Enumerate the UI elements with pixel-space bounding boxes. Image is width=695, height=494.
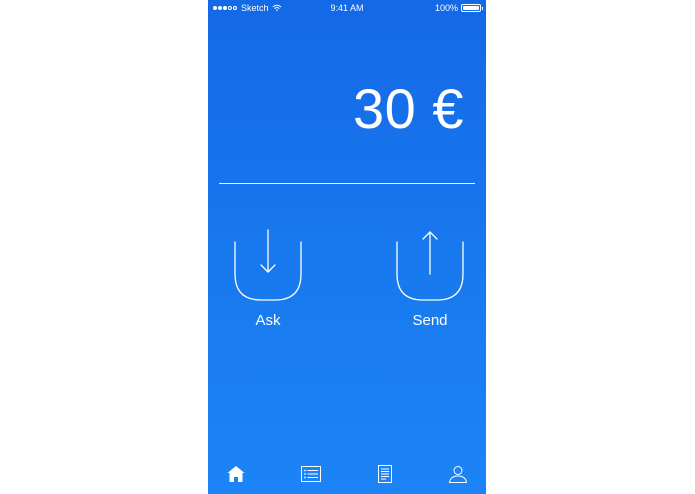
battery-percentage: 100% [434, 3, 458, 13]
document-icon [378, 465, 392, 483]
tab-document[interactable] [373, 464, 397, 484]
status-right: 100% [434, 3, 483, 13]
tab-list[interactable] [299, 464, 323, 484]
ask-label: Ask [255, 312, 281, 329]
list-icon [301, 466, 321, 482]
ask-icon [234, 229, 302, 301]
send-icon [396, 231, 464, 301]
phone-screen: Sketch 9:41 AM 100% 30 € Ask Send [208, 0, 486, 494]
status-bar: Sketch 9:41 AM 100% [208, 0, 486, 16]
send-button[interactable]: Send [390, 228, 470, 338]
home-icon [227, 466, 245, 482]
divider [219, 183, 475, 184]
balance-amount: 30 € [353, 77, 464, 140]
profile-icon [449, 466, 467, 483]
tab-home[interactable] [224, 464, 248, 484]
send-label: Send [412, 312, 448, 329]
tab-bar [208, 450, 486, 494]
tab-profile[interactable] [446, 464, 470, 484]
ask-button[interactable]: Ask [228, 228, 308, 338]
battery-icon [461, 4, 483, 12]
